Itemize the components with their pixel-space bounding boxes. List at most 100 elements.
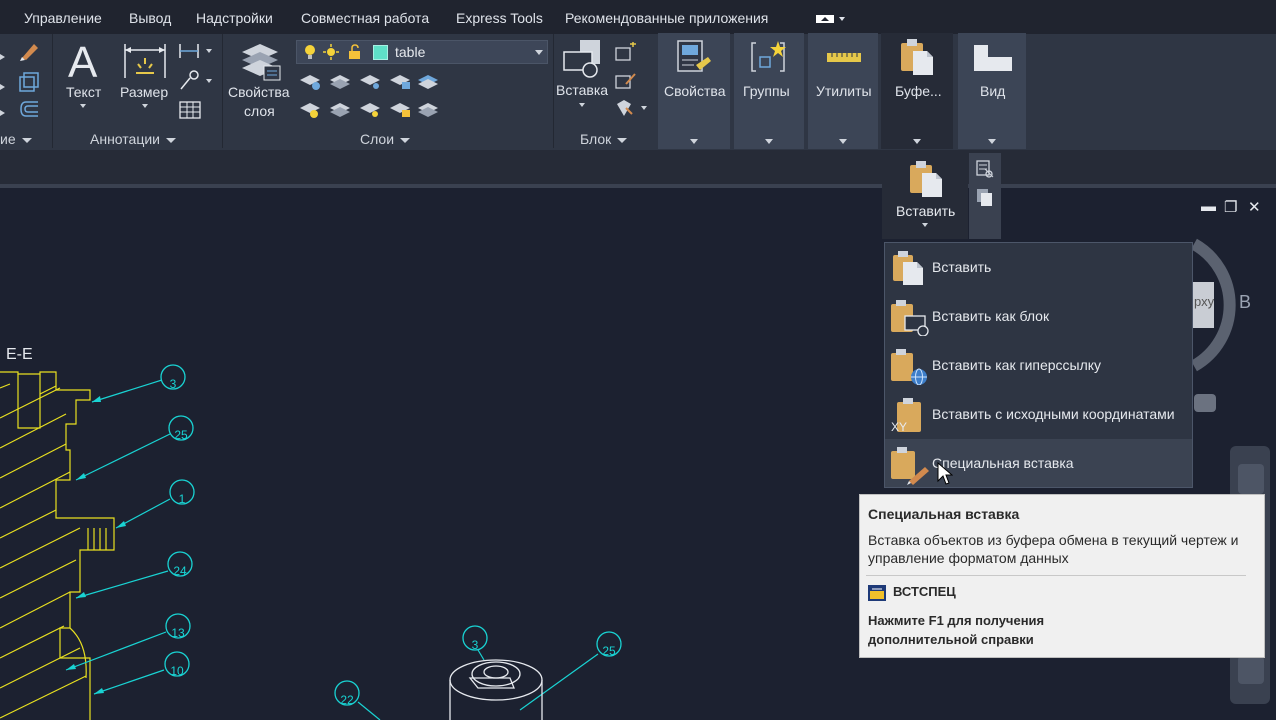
ribbon-bottom-strip	[0, 150, 1276, 186]
paste-options-menu: Вставить Вставить как блок Вставить как …	[884, 242, 1193, 488]
box-icon[interactable]	[18, 70, 42, 97]
chevron-down-icon	[839, 139, 847, 144]
menu-manage[interactable]: Управление	[24, 10, 102, 26]
dimension-icon[interactable]	[122, 40, 168, 87]
chevron-down-icon	[988, 139, 996, 144]
chevron-down-icon[interactable]	[579, 103, 585, 107]
view-panel-button[interactable]: Вид	[958, 33, 1026, 149]
menu-express-tools[interactable]: Express Tools	[456, 10, 543, 26]
menu-bar: Управление Вывод Надстройки Совместная р…	[0, 0, 1276, 34]
insert-label[interactable]: Вставка	[556, 82, 608, 98]
menu-addins[interactable]: Надстройки	[196, 10, 273, 26]
menu-item-paste[interactable]: Вставить	[885, 243, 1192, 291]
panel-title-block[interactable]: Блок	[580, 131, 628, 147]
layer-properties-label-2[interactable]: слоя	[244, 103, 275, 119]
view-label: Вид	[980, 83, 1006, 99]
coordinates-badge: XY	[891, 420, 908, 434]
command-icon	[868, 585, 886, 606]
paste-split-button[interactable]: Вставить	[882, 153, 968, 239]
pencil-icon[interactable]	[18, 40, 42, 67]
insert-block-icon[interactable]	[562, 38, 604, 85]
paste-as-block-icon	[889, 298, 929, 341]
layer-dropdown[interactable]: table	[296, 40, 548, 64]
table-icon[interactable]	[178, 99, 202, 126]
mouse-cursor-icon	[937, 461, 954, 491]
balloon-label: 22	[340, 693, 354, 707]
chevron-down-icon	[400, 137, 411, 143]
chevron-down-icon	[617, 137, 628, 143]
balloon-label: 3	[471, 638, 479, 652]
text-tool-label[interactable]: Текст	[66, 84, 101, 100]
menu-featured-apps[interactable]: Рекомендованные приложения	[565, 10, 768, 26]
menu-output[interactable]: Вывод	[129, 10, 171, 26]
groups-icon	[750, 39, 790, 80]
balloon-label: 25	[174, 428, 188, 442]
ribbon-separator	[222, 34, 223, 148]
linear-dim-icon[interactable]	[178, 40, 216, 67]
lightbulb-icon	[303, 44, 317, 65]
tooltip-description-line1: Вставка объектов из буфера обмена в теку…	[868, 532, 1239, 548]
chevron-down-icon	[21, 137, 32, 143]
layer-tools-row-1	[298, 70, 440, 97]
chevron-down-icon	[535, 50, 543, 55]
groups-panel-button[interactable]: Группы	[734, 33, 804, 149]
layer-properties-icon[interactable]	[240, 40, 282, 87]
chevron-down-icon[interactable]	[142, 104, 148, 108]
copy-icon[interactable]	[975, 187, 995, 212]
dimension-tool-label[interactable]: Размер	[120, 84, 168, 100]
layer-name: table	[395, 44, 426, 60]
create-block-icon[interactable]	[614, 41, 638, 67]
balloon-label: 24	[173, 564, 187, 578]
block-attribute-icon[interactable]	[614, 98, 650, 123]
viewcube-direction[interactable]: В	[1239, 292, 1251, 313]
clipboard-panel-button[interactable]: Буфе...	[881, 33, 953, 149]
paste-special-icon	[889, 445, 929, 490]
utilities-label: Утилиты	[816, 83, 872, 99]
menu-item-paste-special[interactable]: Специальная вставка	[885, 439, 1192, 487]
chevron-down-icon	[922, 223, 928, 227]
sun-icon	[323, 44, 339, 65]
paste-original-coordinates-icon	[891, 396, 931, 441]
layer-properties-label-1[interactable]: Свойства	[228, 84, 289, 100]
panel-title-annotations[interactable]: Аннотации	[90, 131, 176, 147]
chevron-down-icon[interactable]	[80, 104, 86, 108]
edit-block-icon[interactable]	[614, 70, 638, 95]
tooltip-title: Специальная вставка	[868, 506, 1020, 522]
chevron-down-icon	[165, 137, 176, 143]
properties-label: Свойства	[664, 83, 726, 99]
clipboard-label: Буфе...	[895, 83, 942, 99]
collapsed-tools	[0, 44, 8, 124]
chevron-down-icon	[765, 139, 773, 144]
cut-icon[interactable]	[975, 159, 995, 184]
leader-icon[interactable]	[178, 70, 216, 97]
workspace-switch-icon[interactable]	[816, 12, 848, 31]
utilities-panel-button[interactable]: Утилиты	[808, 33, 878, 149]
properties-panel-button[interactable]: Свойства	[658, 33, 730, 149]
restore-icon[interactable]: ❐	[1224, 198, 1237, 216]
close-icon[interactable]: ✕	[1248, 198, 1261, 216]
layer-tools-row-2	[298, 98, 440, 125]
menu-item-paste-as-hyperlink[interactable]: Вставить как гиперссылку	[885, 341, 1192, 389]
text-tool-icon[interactable]: A	[68, 38, 97, 88]
tooltip-description-line2: управление форматом данных	[868, 550, 1069, 566]
paste-icon	[908, 159, 944, 204]
tooltip-help-line2: дополнительной справки	[868, 632, 1034, 647]
menu-item-paste-as-block[interactable]: Вставить как блок	[885, 292, 1192, 340]
ribbon-separator	[553, 34, 554, 148]
paste-as-hyperlink-icon	[889, 347, 929, 390]
balloon-label: 3	[169, 377, 177, 391]
offset-icon[interactable]	[18, 98, 42, 125]
clipboard-side-tools	[969, 153, 1001, 239]
menu-collaborate[interactable]: Совместная работа	[301, 10, 429, 26]
viewcube-face[interactable]: рху	[1194, 294, 1214, 309]
panel-title-layers[interactable]: Слои	[360, 131, 411, 147]
minimize-icon[interactable]: ▬	[1201, 198, 1216, 215]
balloon-label: 25	[602, 644, 616, 658]
tooltip-paste-special: Специальная вставка Вставка объектов из …	[859, 494, 1265, 658]
balloon-label: 1	[178, 492, 186, 506]
balloon-label: 10	[170, 664, 184, 678]
panel-title-partial[interactable]: ие	[0, 131, 32, 147]
menu-item-paste-original-coordinates[interactable]: XY Вставить с исходными координатами	[885, 390, 1192, 438]
balloon-label: 13	[171, 626, 185, 640]
section-label: E-E	[6, 346, 33, 363]
